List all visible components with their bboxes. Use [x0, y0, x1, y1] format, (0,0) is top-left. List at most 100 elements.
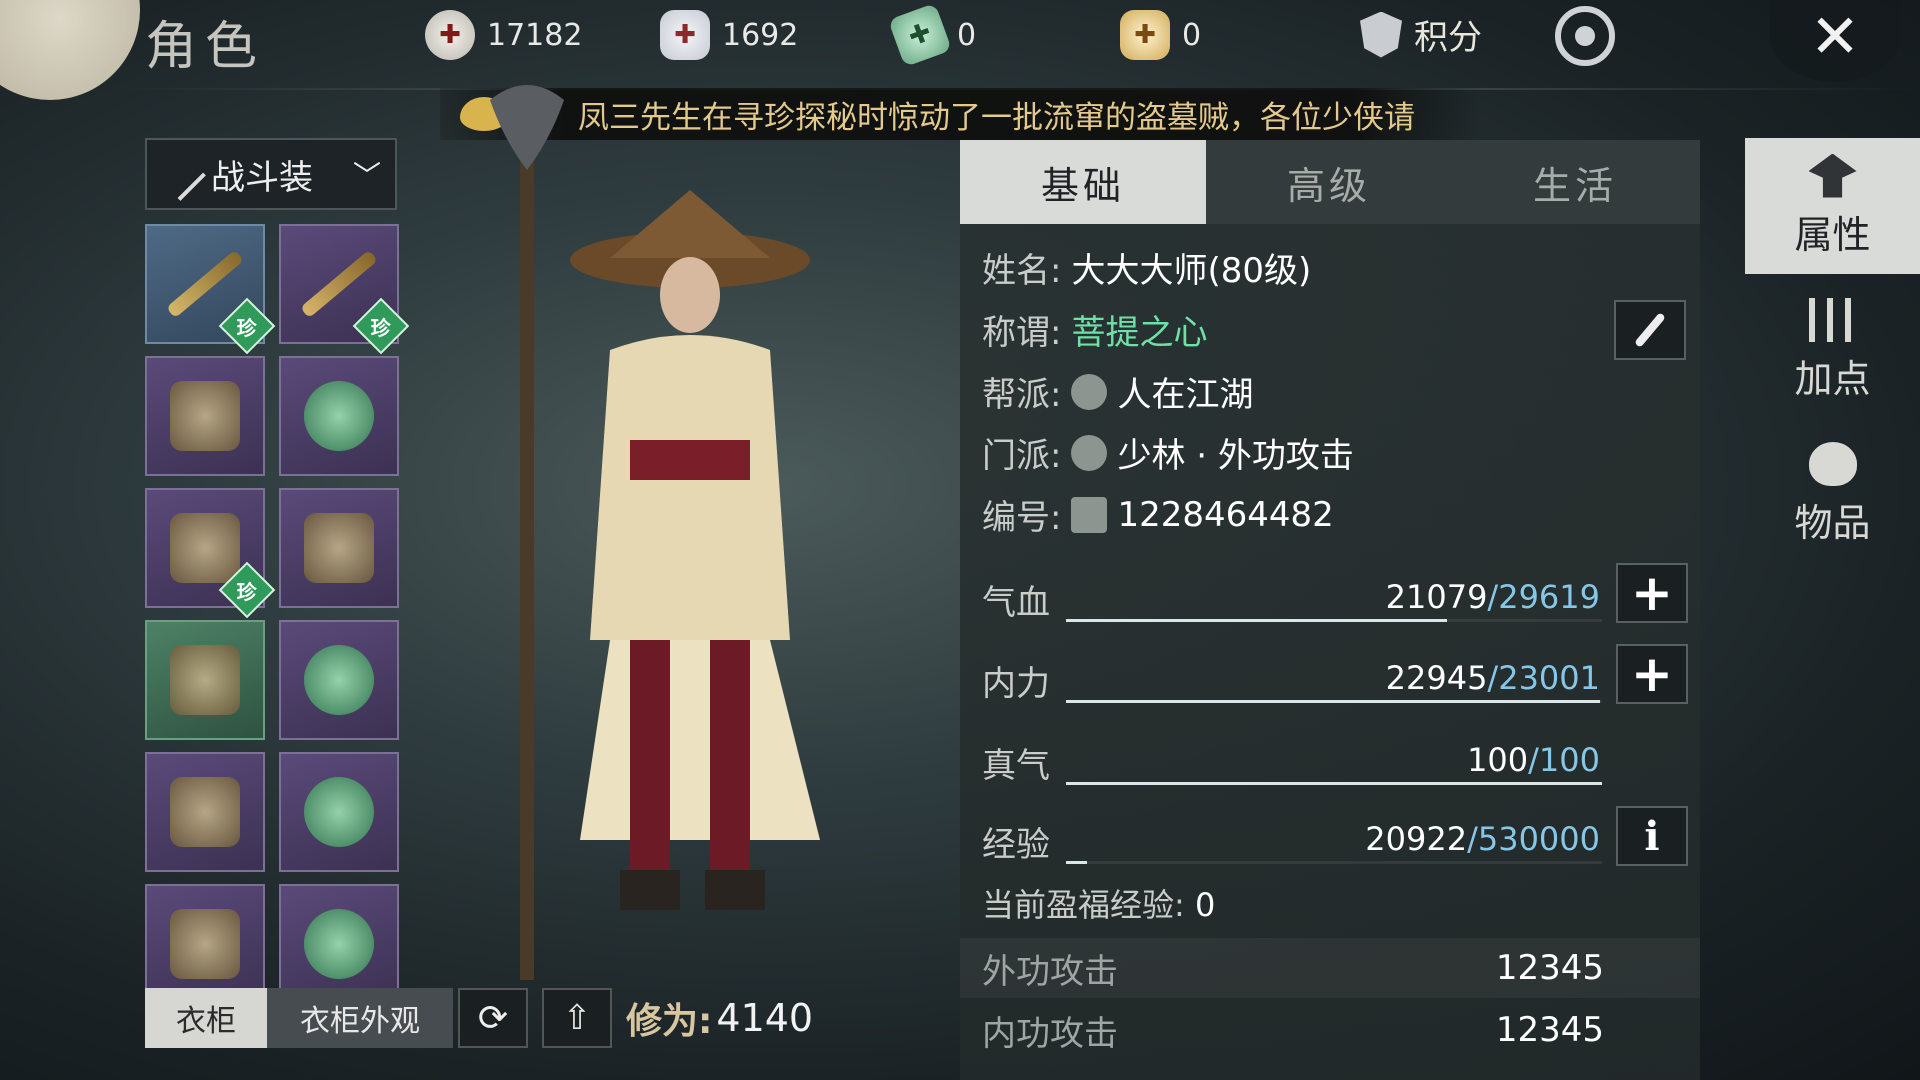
score-button[interactable]: 积分 — [1360, 10, 1482, 59]
side-nav-label: 加点 — [1794, 356, 1871, 401]
attr-internal-label: 内功攻击 — [982, 1013, 1118, 1054]
attr-row: 外功攻击 12345 — [960, 938, 1700, 998]
tab-wardrobe-appearance[interactable]: 衣柜外观 — [267, 988, 453, 1048]
chevron-down-icon: ﹀ — [352, 159, 381, 192]
close-icon: ✕ — [1809, 2, 1861, 72]
bamboo-hat-icon — [170, 381, 240, 451]
robe-icon — [590, 335, 790, 640]
jade-pendant-icon — [304, 381, 374, 451]
sect-label: 门派: — [982, 436, 1062, 476]
currency-gold[interactable]: ✚ 0 — [1120, 10, 1201, 60]
equip-slot-bracelet[interactable] — [279, 620, 399, 740]
outfit-dropdown[interactable]: 战斗装 ﹀ — [145, 138, 397, 210]
equip-slot-head[interactable] — [145, 356, 265, 476]
side-nav-attributes[interactable]: 属性 — [1745, 138, 1920, 274]
equip-slot-charm[interactable] — [279, 884, 399, 1004]
stat-qi-bar — [1066, 782, 1602, 785]
title-label: 称谓: — [982, 313, 1062, 353]
profile-guild: 帮派: 人在江湖 — [982, 367, 1253, 416]
stat-qi-label: 真气 — [982, 746, 1050, 786]
currency-jade-value: 0 — [957, 17, 977, 53]
settings-gear-icon[interactable] — [1555, 6, 1615, 66]
bracer-icon — [304, 513, 374, 583]
equip-slot-weapon-off[interactable]: 珍 — [279, 224, 410, 355]
stat-mp: 内力 22945/23001 — [982, 651, 1602, 711]
equip-slot-belt[interactable] — [145, 620, 265, 740]
plus-icon: + — [1631, 564, 1673, 622]
staff-head-icon — [490, 85, 564, 170]
currency-copper[interactable]: ✚ 17182 — [425, 10, 582, 60]
moon-decoration — [0, 0, 140, 100]
sect-value: 少林 · 外功攻击 — [1117, 436, 1354, 476]
staff-icon — [520, 120, 534, 980]
stat-exp-label: 经验 — [982, 825, 1050, 865]
hp-plus-button[interactable]: + — [1616, 563, 1688, 623]
side-nav-items[interactable]: 物品 — [1745, 426, 1920, 562]
id-label: 编号: — [982, 498, 1062, 538]
name-label: 姓名: — [982, 251, 1062, 291]
tab-life[interactable]: 生活 — [1452, 140, 1698, 224]
character-model — [490, 85, 820, 980]
exp-bonus-label: 当前盈福经验: — [982, 886, 1185, 924]
stat-hp-value: 21079/29619 — [1385, 578, 1600, 616]
mp-plus-button[interactable]: + — [1616, 644, 1688, 704]
spear-weapon-alt-icon — [300, 249, 378, 319]
silver-ingot-icon: ✚ — [660, 10, 710, 60]
info-icon: i — [1644, 812, 1660, 860]
stat-exp: 经验 20922/530000 — [982, 812, 1602, 872]
refresh-icon: ⟳ — [477, 997, 509, 1039]
edit-title-button[interactable] — [1614, 300, 1686, 360]
score-label: 积分 — [1414, 18, 1482, 58]
stat-exp-bar — [1066, 861, 1602, 864]
face-icon — [660, 257, 720, 333]
outfit-selected-label: 战斗装 — [211, 157, 313, 198]
stat-exp-value: 20922/530000 — [1365, 820, 1600, 858]
jade-ring-icon — [304, 777, 374, 847]
skirt-icon — [170, 777, 240, 847]
exp-bonus: 当前盈福经验: 0 — [982, 880, 1215, 926]
exp-bonus-value: 0 — [1194, 886, 1216, 924]
tab-advanced[interactable]: 高级 — [1206, 140, 1452, 224]
sword-icon — [152, 147, 206, 201]
profile-sect: 门派: 少林 · 外功攻击 — [982, 428, 1354, 477]
refresh-button[interactable]: ⟳ — [458, 988, 528, 1048]
attr-row: 内功攻击 12345 — [960, 1000, 1700, 1060]
guild-emblem-icon — [1071, 373, 1108, 410]
equip-slot-ring[interactable] — [279, 752, 399, 872]
jade-bracelet-icon — [304, 645, 374, 715]
scroll-icon — [1071, 496, 1108, 533]
equip-slot-weapon-main[interactable]: 珍 — [145, 224, 276, 355]
attr-external-label: 外功攻击 — [982, 951, 1118, 992]
belt-icon — [170, 645, 240, 715]
equip-slot-legs[interactable] — [145, 752, 265, 872]
equip-slot-wrist[interactable] — [279, 488, 399, 608]
equip-slot-pendant[interactable] — [279, 356, 399, 476]
exp-info-button[interactable]: i — [1616, 806, 1688, 866]
stat-mp-value: 22945/23001 — [1385, 659, 1600, 697]
side-nav-points[interactable]: 加点 — [1745, 282, 1920, 418]
sliders-icon — [1808, 297, 1857, 342]
tab-basic[interactable]: 基础 — [960, 140, 1206, 224]
currency-gold-value: 0 — [1182, 17, 1202, 53]
equip-slot-feet[interactable] — [145, 884, 265, 1004]
attr-external-value: 12345 — [1495, 948, 1604, 988]
currency-silver[interactable]: ✚ 1692 — [660, 10, 798, 60]
sect-emblem-icon — [1071, 434, 1108, 471]
tab-wardrobe[interactable]: 衣柜 — [145, 988, 267, 1048]
boots-icon — [170, 909, 240, 979]
treasure-badge: 珍 — [352, 297, 410, 355]
arrow-up-icon[interactable]: ⇧ — [542, 988, 612, 1048]
name-value: 大大大师(80级) — [1071, 251, 1312, 291]
side-nav-label: 属性 — [1794, 212, 1871, 257]
guild-label: 帮派: — [982, 375, 1062, 415]
gold-ingot-icon: ✚ — [1120, 10, 1170, 60]
crescent-pendant-icon — [304, 909, 374, 979]
equip-slot-body[interactable]: 珍 — [145, 488, 276, 619]
close-button[interactable]: ✕ — [1770, 0, 1900, 82]
jade-token-icon: ✚ — [887, 2, 953, 68]
currency-silver-value: 1692 — [722, 17, 799, 53]
currency-jade[interactable]: ✚ 0 — [887, 2, 977, 68]
cultivation-display: ⇧ 修为: 4140 — [542, 988, 813, 1048]
stat-hp: 气血 21079/29619 — [982, 570, 1602, 630]
wardrobe-tabs: 衣柜 衣柜外观 — [145, 988, 453, 1048]
